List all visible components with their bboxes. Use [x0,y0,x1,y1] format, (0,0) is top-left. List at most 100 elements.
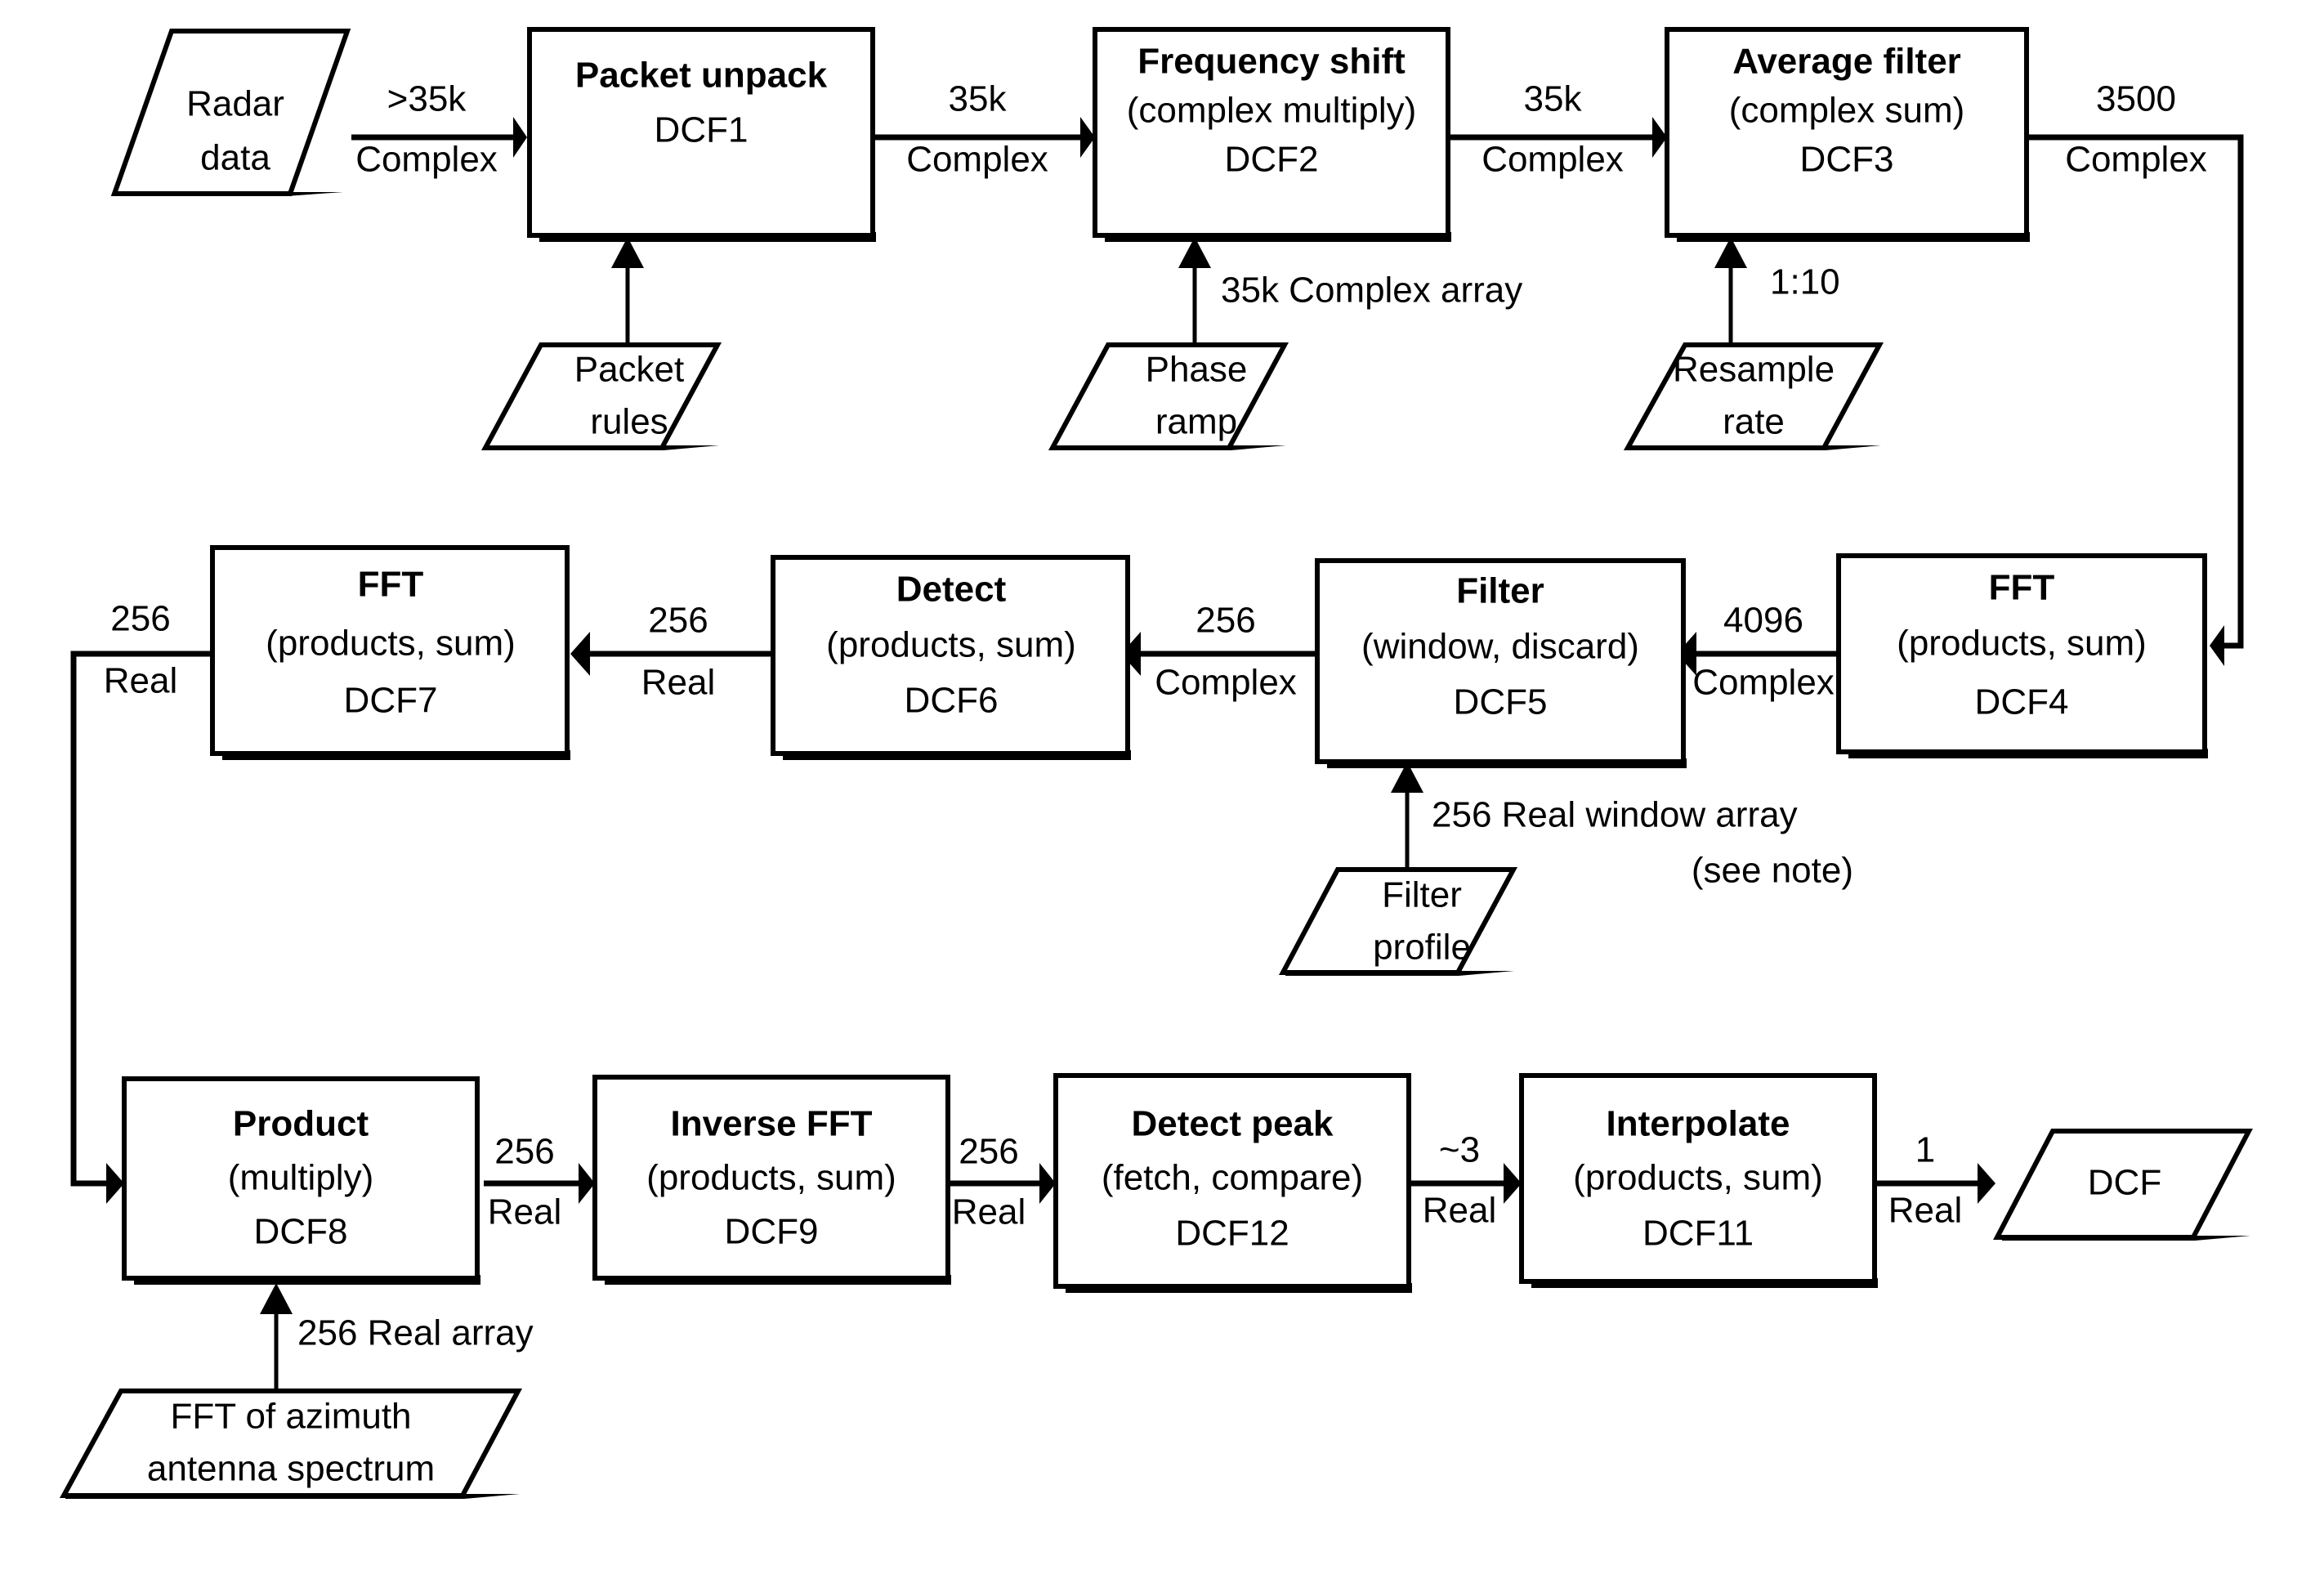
dcf7-code: DCF7 [344,681,438,721]
dcf5-code: DCF5 [1454,682,1548,722]
dcf4-code: DCF4 [1975,682,2069,722]
process-node-dcf12[interactable]: Detect peak (fetch, compare) DCF12 [1053,1073,1412,1293]
flowchart-canvas: Radar data Packet unpack DCF1 Frequency … [59,27,2253,1499]
process-node-dcf5[interactable]: Filter (window, discard) DCF5 [1315,558,1687,768]
dcf9-sub: (products, sum) [646,1158,896,1198]
annotation-window-array: 256 Real window array [1432,795,1798,835]
io-filter-profile-line1: Filter [1382,875,1462,915]
edge-dcf4-dcf5-kind: Complex [1692,663,1835,703]
dcf1-title: Packet unpack [575,56,828,96]
dcf12-code: DCF12 [1175,1214,1289,1254]
dcf11-code: DCF11 [1642,1214,1754,1254]
edge-dcf5-dcf6-kind: Complex [1155,663,1297,703]
dcf5-sub: (window, discard) [1361,627,1639,667]
dcf3-sub: (complex sum) [1729,91,1965,131]
dcf8-sub: (multiply) [228,1158,373,1198]
edge-dcf3-dcf4-kind: Complex [2065,140,2207,180]
io-phase-ramp-line2: ramp [1155,402,1237,442]
io-phase-ramp-line1: Phase [1146,350,1248,390]
edge-dcf9-dcf12-kind: Real [952,1192,1026,1232]
edge-dcf12-dcf11-kind: Real [1423,1191,1497,1231]
io-resample-line1: Resample [1673,350,1835,390]
dcf9-title: Inverse FFT [671,1104,873,1144]
dcf4-title: FFT [1989,568,2055,608]
edge-dcf7-dcf8-kind: Real [104,661,178,701]
process-node-dcf11[interactable]: Interpolate (products, sum) DCF11 [1519,1073,1878,1288]
edge-radar-dcf1-count: >35k [387,79,467,119]
dcf6-code: DCF6 [905,681,999,721]
edge-phase-ramp-to-dcf2 [1178,237,1211,343]
edge-dcf3-dcf4-count: 3500 [2096,79,2176,119]
io-radar-data-line1: Radar [186,84,284,124]
io-azimuth-line1: FFT of azimuth [170,1397,411,1437]
dcf4-sub: (products, sum) [1897,624,2147,664]
dcf7-sub: (products, sum) [266,624,516,664]
annotation-azimuth-array: 256 Real array [297,1313,534,1353]
process-node-dcf9[interactable]: Inverse FFT (products, sum) DCF9 [592,1075,951,1285]
edge-packet-rules-to-dcf1 [611,237,644,343]
io-radar-data-line2: data [200,138,270,178]
edge-dcf4-dcf5-count: 4096 [1723,601,1803,641]
process-node-dcf2[interactable]: Frequency shift (complex multiply) DCF2 [1093,27,1451,242]
dcf12-title: Detect peak [1131,1104,1334,1144]
dcf11-title: Interpolate [1607,1104,1790,1144]
dcf3-code: DCF3 [1800,140,1894,180]
edge-dcf1-dcf2-count: 35k [949,79,1008,119]
edge-dcf8-dcf9-count: 256 [494,1132,554,1172]
dcf7-title: FFT [358,565,424,605]
edge-dcf9-dcf12-count: 256 [959,1132,1018,1172]
dcf2-code: DCF2 [1225,140,1319,180]
dcf11-sub: (products, sum) [1573,1158,1823,1198]
edge-dcf8-dcf9-kind: Real [488,1192,562,1232]
io-dcf-output-label: DCF [2088,1163,2161,1203]
dcf2-title: Frequency shift [1137,42,1406,82]
flowchart-diagram: Radar data Packet unpack DCF1 Frequency … [0,0,2324,1592]
edge-label-dcf3-dcf4: 3500 Complex [2065,79,2207,180]
edge-dcf12-dcf11-count: ~3 [1439,1130,1480,1170]
annotation-phase-ramp: 35k Complex array [1221,271,1522,311]
dcf3-title: Average filter [1732,42,1961,82]
dcf2-sub: (complex multiply) [1127,91,1417,131]
process-node-dcf1[interactable]: Packet unpack DCF1 [527,27,876,242]
dcf8-title: Product [233,1104,369,1144]
dcf5-title: Filter [1456,571,1544,611]
dcf6-title: Detect [896,570,1007,610]
dcf1-code: DCF1 [655,110,749,150]
process-node-dcf6[interactable]: Detect (products, sum) DCF6 [771,555,1131,760]
io-node-radar-data[interactable]: Radar data [110,29,351,196]
io-filter-profile-line2: profile [1373,928,1471,968]
edge-dcf5-dcf6-count: 256 [1196,601,1255,641]
io-node-packet-rules[interactable]: Packet rules [480,342,722,450]
io-azimuth-line2: antenna spectrum [147,1449,435,1489]
io-node-filter-profile[interactable]: Filter profile [1279,867,1518,976]
process-node-dcf3[interactable]: Average filter (complex sum) DCF3 [1665,27,2030,242]
edge-dcf7-dcf8-count: 256 [110,599,170,639]
edge-dcf1-dcf2-kind: Complex [906,140,1048,180]
edge-radar-dcf1-kind: Complex [355,140,498,180]
edge-dcf6-dcf7-kind: Real [641,663,716,703]
edge-dcf11-output-count: 1 [1915,1130,1935,1170]
io-node-phase-ramp[interactable]: Phase ramp [1048,342,1289,450]
edge-label-dcf2-dcf3: 35k Complex [1482,79,1624,180]
io-packet-rules-line2: rules [590,402,668,442]
annotation-see-note: (see note) [1692,851,1853,891]
edge-label-dcf1-dcf2: 35k Complex [906,79,1048,180]
dcf9-code: DCF9 [725,1212,819,1252]
edge-dcf2-dcf3-count: 35k [1524,79,1583,119]
process-node-dcf4[interactable]: FFT (products, sum) DCF4 [1836,553,2208,758]
io-resample-line2: rate [1723,402,1785,442]
annotation-resample-rate: 1:10 [1770,262,1840,302]
edge-label-radar-dcf1: >35k Complex [355,79,498,180]
edge-dcf2-dcf3-kind: Complex [1482,140,1624,180]
dcf12-sub: (fetch, compare) [1102,1158,1363,1198]
io-node-resample-rate[interactable]: Resample rate [1623,342,1884,450]
io-node-azimuth-fft[interactable]: FFT of azimuth antenna spectrum [59,1389,522,1499]
process-node-dcf8[interactable]: Product (multiply) DCF8 [122,1076,480,1285]
dcf8-code: DCF8 [254,1212,348,1252]
edge-dcf11-output-kind: Real [1888,1191,1963,1231]
edge-label-dcf12-dcf11: ~3 Real [1423,1130,1497,1231]
process-node-dcf7[interactable]: FFT (products, sum) DCF7 [210,545,570,760]
edge-label-dcf7-dcf8: 256 Real [104,599,178,701]
io-node-dcf-output[interactable]: DCF [1993,1129,2253,1241]
edge-dcf6-dcf7-count: 256 [648,601,708,641]
